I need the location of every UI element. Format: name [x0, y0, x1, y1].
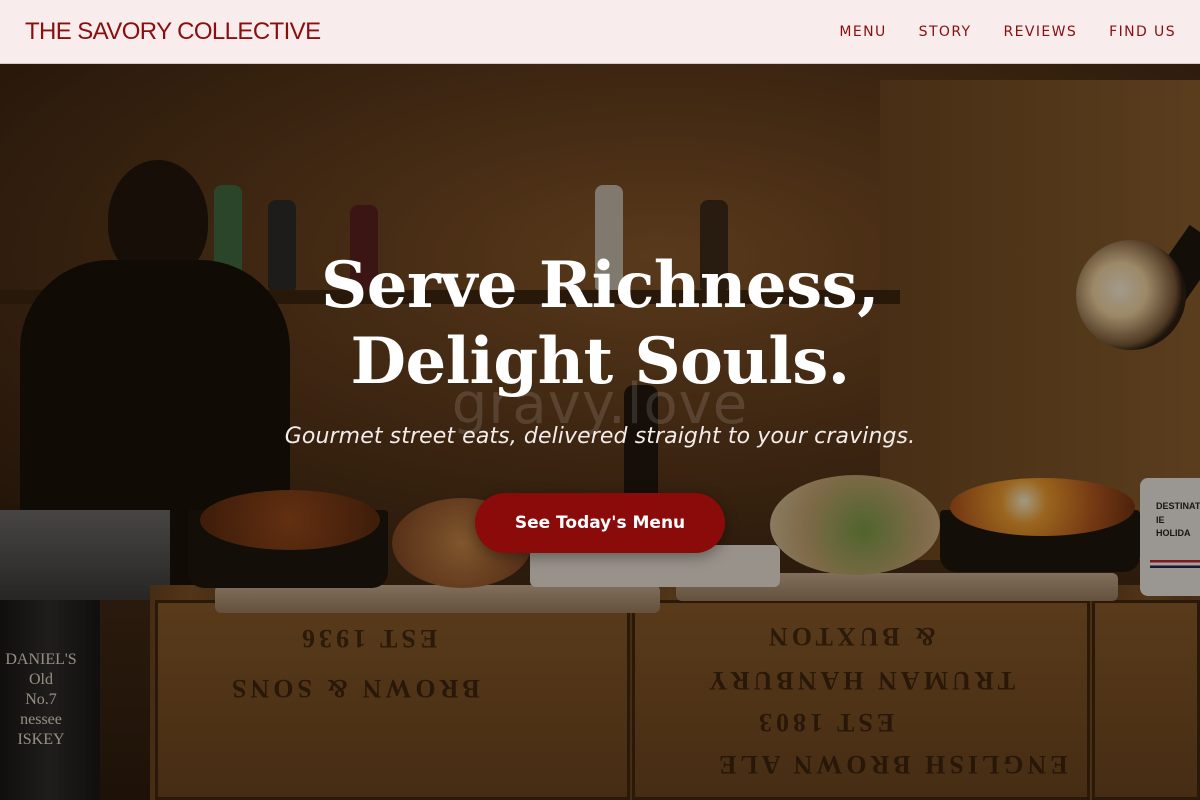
- brand-logo[interactable]: THE SAVORY COLLECTIVE: [25, 18, 321, 46]
- see-menu-button[interactable]: See Today's Menu: [474, 493, 726, 553]
- nav-link-find-us[interactable]: FIND US: [1109, 24, 1176, 40]
- main-nav: MENU STORY REVIEWS FIND US: [839, 24, 1176, 40]
- nav-link-menu[interactable]: MENU: [839, 24, 886, 40]
- hero-section: Serve Richness, Delight Souls. Gourmet s…: [0, 248, 1200, 553]
- hero-headline: Serve Richness, Delight Souls.: [321, 248, 879, 399]
- nav-link-story[interactable]: STORY: [919, 24, 972, 40]
- site-header: THE SAVORY COLLECTIVE MENU STORY REVIEWS…: [0, 0, 1200, 64]
- hero-tagline: Gourmet street eats, delivered straight …: [284, 424, 916, 449]
- nav-link-reviews[interactable]: REVIEWS: [1004, 24, 1078, 40]
